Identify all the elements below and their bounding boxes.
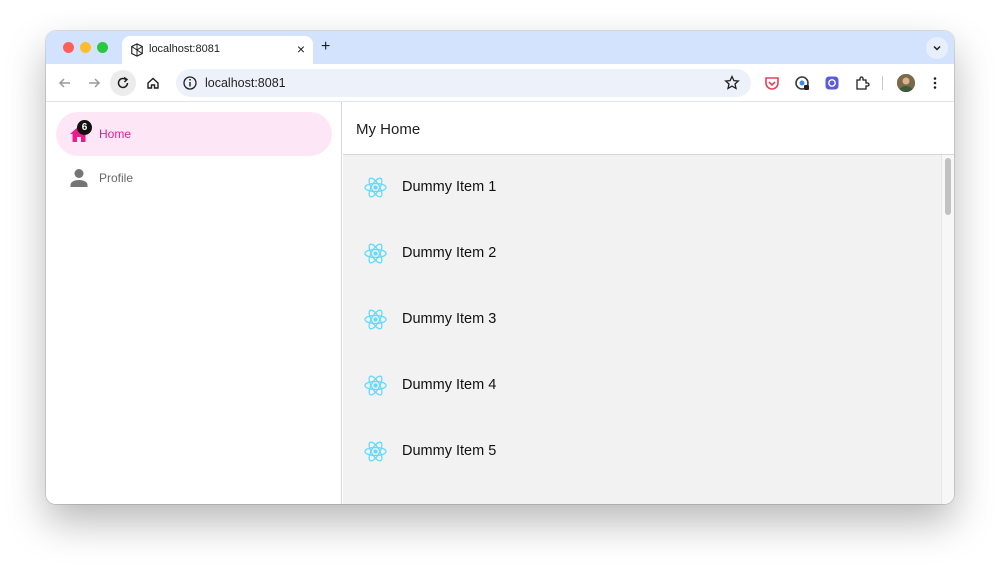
minimize-window-button[interactable] [80, 42, 91, 53]
page-viewport: 6 Home Profile My Home Dummy Item 1 Dumm… [46, 102, 954, 504]
scrollbar-thumb[interactable] [945, 158, 951, 215]
sidebar-item-label: Home [99, 127, 132, 141]
tab-close-icon[interactable]: × [297, 41, 305, 57]
new-tab-button[interactable]: + [321, 38, 330, 56]
list-item-label: Dummy Item 5 [402, 443, 497, 459]
person-icon [70, 169, 88, 187]
url-text: localhost:8081 [205, 76, 286, 90]
site-info-icon[interactable] [182, 75, 198, 91]
vpn-extension-icon[interactable] [792, 73, 812, 93]
sidebar: 6 Home Profile [46, 102, 342, 504]
browser-tab[interactable]: localhost:8081 × [122, 36, 313, 64]
chevron-down-icon [933, 45, 941, 51]
list-item[interactable]: Dummy Item 3 [343, 287, 941, 353]
dev-extension-icon[interactable] [822, 73, 842, 93]
react-atom-icon [364, 243, 387, 264]
list-item-label: Dummy Item 1 [402, 179, 497, 195]
arrow-left-icon [58, 78, 70, 88]
react-atom-icon [364, 309, 387, 330]
avatar-icon [897, 74, 915, 92]
item-list[interactable]: Dummy Item 1 Dummy Item 2 Dummy Item 3 D… [343, 155, 954, 504]
close-window-button[interactable] [63, 42, 74, 53]
list-item-label: Dummy Item 2 [402, 245, 497, 261]
react-atom-icon [364, 441, 387, 462]
sidebar-item-profile[interactable]: Profile [56, 156, 332, 200]
browser-toolbar: localhost:8081 [46, 64, 954, 102]
list-item[interactable]: Dummy Item 2 [343, 221, 941, 287]
page-header: My Home [343, 102, 954, 155]
list-item[interactable]: Dummy Item 5 [343, 419, 941, 485]
main-content: My Home Dummy Item 1 Dummy Item 2 Dummy … [343, 102, 954, 504]
bookmark-star-icon[interactable] [723, 74, 741, 92]
tab-strip: localhost:8081 × + [46, 31, 954, 64]
list-item-label: Dummy Item 4 [402, 377, 497, 393]
home-button[interactable] [140, 70, 166, 96]
reload-button[interactable] [110, 70, 136, 96]
profile-avatar[interactable] [897, 74, 915, 92]
address-bar[interactable]: localhost:8081 [176, 69, 751, 97]
extensions-puzzle-icon[interactable] [852, 73, 872, 93]
arrow-right-icon [89, 78, 101, 88]
list-item-label: Dummy Item 3 [402, 311, 497, 327]
sidebar-item-label: Profile [99, 171, 134, 185]
list-scrollbar[interactable] [941, 155, 954, 504]
sidebar-item-home[interactable]: 6 Home [56, 112, 332, 156]
tab-title: localhost:8081 [149, 43, 220, 55]
tab-search-button[interactable] [926, 37, 948, 59]
expo-favicon-icon [131, 43, 143, 57]
browser-window: localhost:8081 × + localhost:8081 6 Home… [46, 31, 954, 504]
page-title: My Home [356, 121, 421, 138]
react-atom-icon [364, 375, 387, 396]
pocket-extension-icon[interactable] [762, 73, 782, 93]
react-atom-icon [364, 177, 387, 198]
browser-menu-button[interactable] [925, 73, 945, 93]
maximize-window-button[interactable] [97, 42, 108, 53]
reload-icon [117, 76, 129, 89]
kebab-menu-icon [933, 77, 937, 89]
list-item[interactable]: Dummy Item 1 [343, 155, 941, 221]
back-button[interactable] [52, 70, 78, 96]
notification-badge: 6 [77, 120, 92, 135]
toolbar-separator [882, 76, 883, 90]
list-item[interactable]: Dummy Item 4 [343, 353, 941, 419]
forward-button[interactable] [81, 70, 107, 96]
home-outline-icon [147, 77, 159, 89]
